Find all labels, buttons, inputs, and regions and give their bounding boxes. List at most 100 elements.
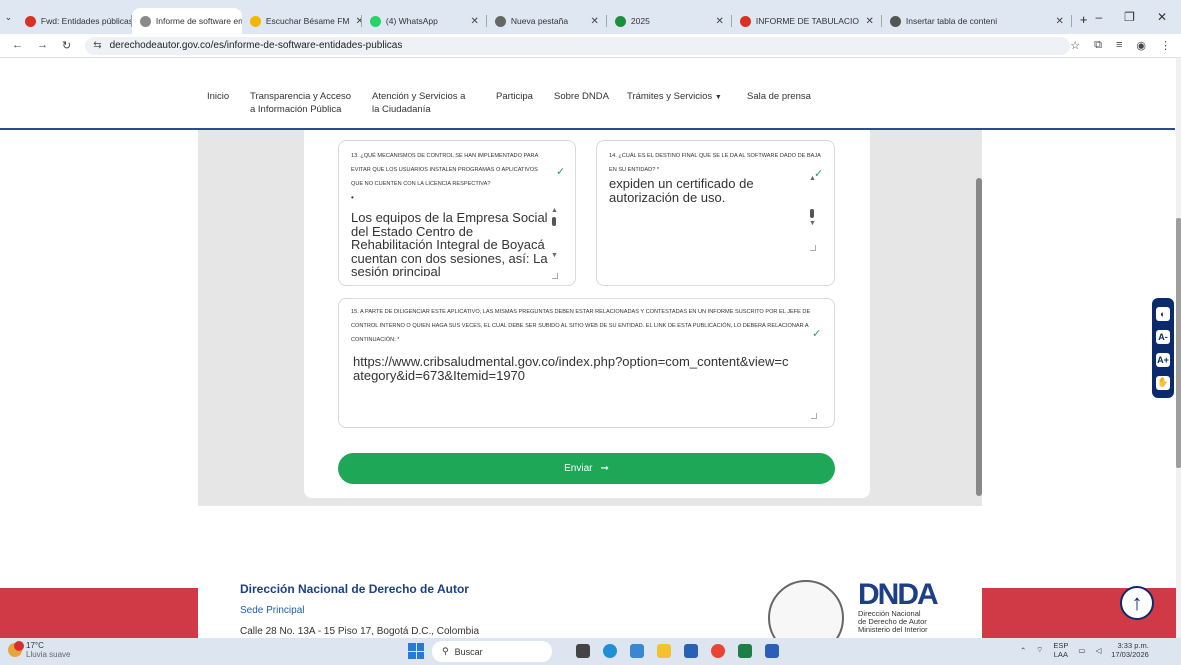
nav-tramites-label: Trámites y Servicios xyxy=(627,91,713,102)
submit-label: Enviar xyxy=(564,463,593,474)
weather-widget[interactable]: 17°C Lluvia suave xyxy=(8,641,70,659)
weather-desc: Lluvia suave xyxy=(26,650,71,659)
answer-scrollbar[interactable]: ▲ ▼ xyxy=(551,207,558,267)
bookmark-star-icon[interactable]: ☆ xyxy=(1070,39,1080,52)
profile-icon[interactable]: ◉ xyxy=(1136,39,1146,52)
nav-tramites[interactable]: Trámites y Servicios ▼ xyxy=(627,90,722,104)
taskbar-search-label: Buscar xyxy=(454,646,483,657)
volume-icon[interactable]: ◁ xyxy=(1095,646,1101,655)
site-settings-icon[interactable]: ⇆ xyxy=(93,40,101,51)
windows-taskbar: 17°C Lluvia suave ⚲ Buscar ⌃ ⌔ ESP LAA ▭… xyxy=(0,638,1181,665)
language-indicator[interactable]: ESP LAA xyxy=(1053,641,1068,659)
resize-handle[interactable] xyxy=(811,413,817,419)
check-icon: ✓ xyxy=(812,328,822,340)
browser-tab[interactable]: INFORME DE TABULACIO ✕ xyxy=(732,8,882,34)
decrease-font-icon[interactable]: A- xyxy=(1156,329,1170,344)
nav-sobre-dnda[interactable]: Sobre DNDA xyxy=(554,90,609,103)
contrast-icon[interactable]: ◐ xyxy=(1156,306,1170,321)
browser-tab[interactable]: Escuchar Bésame FM ✕ xyxy=(242,8,362,34)
address-bar: ← → ↻ ⇆ derechodeautor.gov.co/es/informe… xyxy=(0,34,1181,58)
close-tab-icon[interactable]: ✕ xyxy=(710,16,724,27)
nav-transparencia[interactable]: Transparencia y Acceso a Información Púb… xyxy=(250,90,351,116)
tab-title: Nueva pestaña xyxy=(510,16,569,26)
close-tab-icon[interactable]: ✕ xyxy=(1050,16,1064,27)
excel-icon[interactable] xyxy=(738,644,752,658)
store-bag-icon[interactable] xyxy=(684,644,698,658)
resize-handle[interactable] xyxy=(810,245,816,251)
weather-temp: 17°C xyxy=(26,641,44,650)
restore-icon[interactable]: ❐ xyxy=(1124,10,1135,24)
browser-tab[interactable]: (4) WhatsApp ✕ xyxy=(362,8,487,34)
increase-font-icon[interactable]: A+ xyxy=(1156,352,1170,367)
widgets-icon[interactable] xyxy=(576,644,590,658)
check-icon: ✓ xyxy=(556,166,566,178)
back-icon[interactable]: ← xyxy=(12,39,23,52)
url-text: derechodeautor.gov.co/es/informe-de-soft… xyxy=(109,40,403,51)
dnda-logo-text: DNDA xyxy=(858,578,939,611)
tab-title: (4) WhatsApp xyxy=(385,16,438,26)
whatsapp-icon xyxy=(369,15,381,27)
tab-title: Fwd: Entidades públicas c xyxy=(40,16,132,26)
browser-tab-bar: ⌄ Fwd: Entidades públicas c✕Informe de s… xyxy=(0,0,1181,34)
submit-button[interactable]: Enviar ➞ xyxy=(338,453,835,484)
display-icon[interactable]: ▭ xyxy=(1078,646,1085,655)
chrome-icon[interactable] xyxy=(711,644,725,658)
question-14-answer[interactable]: expiden un certificado de autorización d… xyxy=(609,177,805,204)
answer-scrollbar[interactable]: ▲ ▼ xyxy=(809,175,816,245)
word-icon[interactable] xyxy=(765,644,779,658)
reload-icon[interactable]: ↻ xyxy=(62,39,71,52)
minimize-icon[interactable]: – xyxy=(1095,10,1102,24)
clock[interactable]: 3:33 p.m. 17/03/2026 xyxy=(1111,641,1149,659)
reading-list-icon[interactable]: ≡ xyxy=(1116,39,1122,52)
nav-sala-prensa[interactable]: Sala de prensa xyxy=(747,90,811,103)
new-tab-button[interactable]: + xyxy=(1072,12,1096,27)
scroll-top-button[interactable]: ↑ xyxy=(1120,586,1154,620)
question-15-answer[interactable]: https://www.cribsaludmental.gov.co/index… xyxy=(353,355,793,382)
store-icon[interactable] xyxy=(630,644,644,658)
radio-icon xyxy=(249,15,261,27)
tab-title: Escuchar Bésame FM xyxy=(265,16,350,26)
tray-chevron-icon[interactable]: ⌃ xyxy=(1020,646,1026,655)
edge-icon[interactable] xyxy=(603,644,617,658)
url-input[interactable]: ⇆ derechodeautor.gov.co/es/informe-de-so… xyxy=(85,36,1071,55)
tab-title: Informe de software entid xyxy=(155,16,242,26)
chevron-down-icon: ▼ xyxy=(714,94,722,101)
browser-tab[interactable]: Fwd: Entidades públicas c✕ xyxy=(17,8,132,34)
question-13-answer[interactable]: Los equipos de la Empresa Social del Est… xyxy=(351,211,551,276)
form-scrollbar[interactable] xyxy=(975,158,983,506)
browser-tab[interactable]: Nueva pestaña ✕ xyxy=(487,8,607,34)
browser-menu-icon[interactable]: ⋮ xyxy=(1160,39,1171,52)
browser-tab[interactable]: 2025 ✕ xyxy=(607,8,732,34)
page-scrollbar[interactable] xyxy=(1176,58,1181,638)
close-tab-icon[interactable]: ✕ xyxy=(860,16,874,27)
extensions-icon[interactable]: ⧉ xyxy=(1094,39,1102,52)
browser-tab[interactable]: Informe de software entid✕ xyxy=(131,8,242,34)
gmail-icon xyxy=(24,15,36,27)
footer-sede: Sede Principal xyxy=(240,605,305,616)
taskbar-search[interactable]: ⚲ Buscar xyxy=(432,641,552,662)
site-main-nav: Inicio Transparencia y Acceso a Informac… xyxy=(0,78,1175,130)
close-tab-icon[interactable]: ✕ xyxy=(585,16,599,27)
nav-participa[interactable]: Participa xyxy=(496,90,533,103)
nav-inicio[interactable]: Inicio xyxy=(207,90,229,103)
network-icon[interactable]: ⌔ xyxy=(1036,645,1043,655)
file-explorer-icon[interactable] xyxy=(657,644,671,658)
site-icon xyxy=(139,15,151,27)
resize-handle[interactable] xyxy=(552,273,558,279)
close-window-icon[interactable]: ✕ xyxy=(1157,10,1167,24)
tab-search-icon[interactable]: ⌄ xyxy=(0,12,17,23)
tab-title: 2025 xyxy=(630,16,650,26)
nav-atencion[interactable]: Atención y Servicios a la Ciudadanía xyxy=(372,90,465,116)
browser-tab[interactable]: Insertar tabla de conteni ✕ xyxy=(882,8,1072,34)
dnda-logo: DNDA Dirección Nacional de Derecho de Au… xyxy=(858,580,948,634)
lang-variant: LAA xyxy=(1053,650,1068,659)
question-14-box: 14. ¿Cuál es el destino final que se le … xyxy=(596,140,835,286)
sign-language-icon[interactable]: ✋ xyxy=(1156,375,1170,390)
windows-start-icon[interactable] xyxy=(408,643,424,659)
close-tab-icon[interactable]: ✕ xyxy=(465,16,479,27)
arrow-right-icon: ➞ xyxy=(600,463,609,474)
tab-title: INFORME DE TABULACIO xyxy=(755,16,860,26)
forward-icon[interactable]: → xyxy=(37,39,48,52)
dnda-logo-sub3: Ministerio del Interior xyxy=(858,625,928,634)
tab-title: Insertar tabla de conteni xyxy=(905,16,998,26)
